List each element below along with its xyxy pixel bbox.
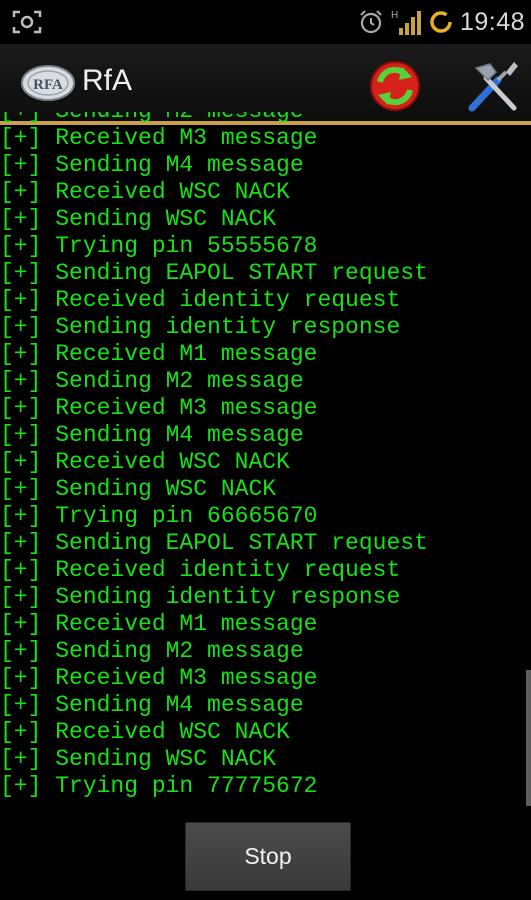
log-line: [+] Sending WSC NACK xyxy=(0,746,277,772)
log-line: [+] Sending M4 message xyxy=(0,152,304,178)
log-line: [+] Sending M4 message xyxy=(0,692,304,718)
log-lines: [+] Sending M2 message[+] Received M3 me… xyxy=(0,112,428,800)
log-line: [+] Sending WSC NACK xyxy=(0,476,277,502)
log-line: [+] Received identity request xyxy=(0,557,401,583)
refresh-icon xyxy=(370,61,420,111)
svg-text:H: H xyxy=(391,10,398,21)
log-line: [+] Sending M2 message xyxy=(0,112,428,125)
refresh-button[interactable] xyxy=(360,56,430,116)
log-line: [+] Received WSC NACK xyxy=(0,179,290,205)
log-line: [+] Received WSC NACK xyxy=(0,449,290,475)
app-logo-icon: RFA xyxy=(21,65,75,101)
log-line: [+] Received identity request xyxy=(0,287,401,313)
log-output[interactable]: [+] Sending M2 message[+] Received M3 me… xyxy=(0,112,531,817)
log-line: [+] Sending M2 message xyxy=(0,638,304,664)
alarm-icon xyxy=(360,10,382,34)
stop-button[interactable]: Stop xyxy=(185,822,351,891)
app-logo-text: RFA xyxy=(33,77,63,93)
log-line: [+] Received WSC NACK xyxy=(0,719,290,745)
tools-icon xyxy=(468,62,518,112)
scrollbar-thumb[interactable] xyxy=(526,670,531,806)
log-line: [+] Received M1 message xyxy=(0,611,318,637)
log-line: [+] Sending identity response xyxy=(0,314,401,340)
log-line: [+] Trying pin 77775672 xyxy=(0,773,318,799)
log-line: [+] Trying pin 55555678 xyxy=(0,233,318,259)
action-bar xyxy=(0,44,531,122)
clock: 19:48 xyxy=(459,7,525,36)
log-line: [+] Received M3 message xyxy=(0,665,318,691)
screenshot-icon xyxy=(12,10,42,34)
status-icons: H 19:48 xyxy=(358,6,525,38)
sync-icon xyxy=(430,11,452,33)
log-line: [+] Sending M2 message xyxy=(0,368,304,394)
log-line: [+] Received M1 message xyxy=(0,341,318,367)
log-line: [+] Sending WSC NACK xyxy=(0,206,277,232)
log-line: [+] Sending M4 message xyxy=(0,422,304,448)
log-line: [+] Received M3 message xyxy=(0,395,318,421)
log-line: [+] Sending identity response xyxy=(0,584,401,610)
log-line: [+] Trying pin 66665670 xyxy=(0,503,318,529)
log-line: [+] Sending EAPOL START request xyxy=(0,530,428,556)
app-title: RfA xyxy=(82,64,133,97)
log-line: [+] Received M3 message xyxy=(0,125,318,151)
status-bar: H 19:48 xyxy=(0,0,531,44)
signal-icon: H xyxy=(391,10,421,35)
log-line: [+] Sending EAPOL START request xyxy=(0,260,428,286)
tools-button[interactable] xyxy=(464,56,524,116)
